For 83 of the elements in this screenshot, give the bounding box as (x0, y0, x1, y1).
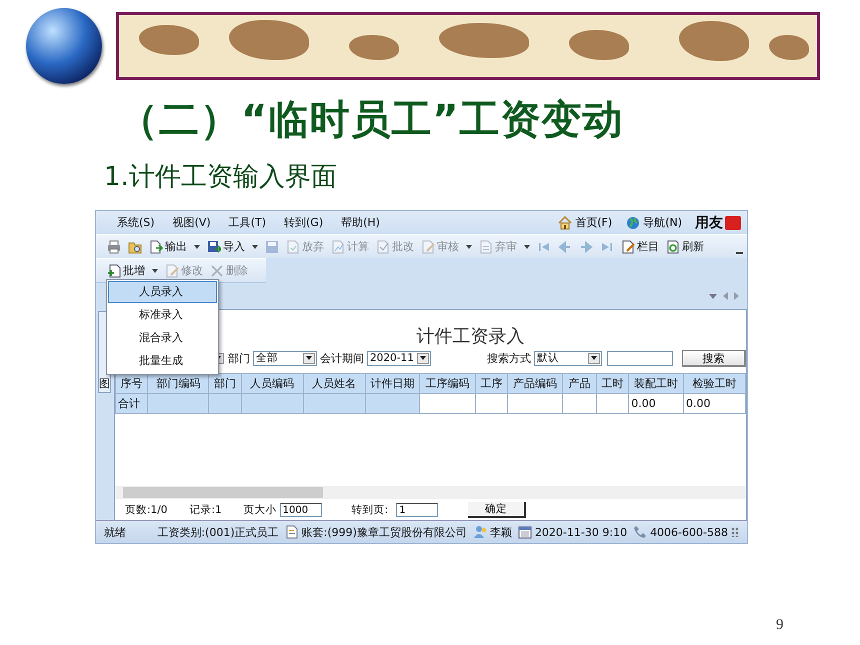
slide-subtitle: 1.计件工资输入界面 (104, 161, 338, 194)
menu-item[interactable]: 转到(G) (275, 215, 332, 230)
filter-label: 会计期间 (320, 350, 364, 366)
calendar-icon (518, 525, 532, 539)
dropdown-field[interactable]: 全部 (253, 350, 317, 366)
horizontal-scrollbar[interactable] (115, 486, 746, 499)
pencil-document-icon (421, 240, 435, 254)
table-cell: 0.00 (684, 394, 746, 414)
column-header[interactable]: 部门 (208, 374, 242, 394)
slide-title: （二）“临时员工”工资变动 (118, 96, 625, 145)
page-count: 页数:1/0 (125, 503, 168, 517)
phone-icon (633, 525, 648, 539)
search-label: 搜索方式 (487, 350, 531, 366)
menu-item[interactable]: 视图(V) (164, 215, 220, 230)
document-icon (376, 240, 390, 254)
toolbar-button[interactable]: 输出 (146, 236, 190, 256)
column-header[interactable]: 装配工时 (628, 374, 684, 394)
dropdown-field[interactable]: 2020-11 (367, 350, 431, 366)
folder-icon (128, 240, 142, 254)
search-button[interactable]: 搜索 (682, 350, 746, 366)
record-count: 记录:1 (189, 503, 222, 517)
menu-item[interactable]: 系统(S) (108, 215, 164, 230)
column-header[interactable]: 人员姓名 (303, 374, 366, 394)
resize-grip-icon[interactable] (731, 527, 739, 537)
goto-page-field[interactable]: 1 (396, 503, 438, 517)
search-field[interactable] (607, 350, 673, 366)
pencil-document-icon (165, 264, 179, 278)
dropdown-field[interactable]: 默认 (534, 350, 602, 366)
toolbar-button[interactable]: 批增 (104, 260, 148, 280)
menu-item[interactable]: 混合录入 (108, 327, 217, 349)
form-title: 计件工资录入 (416, 325, 526, 348)
confirm-button[interactable]: 确定 (468, 502, 526, 518)
status-text: 2020-11-30 9:10 (534, 526, 628, 538)
menu-item[interactable]: 批量生成 (108, 350, 217, 372)
menu-item[interactable]: 帮助(H) (332, 215, 389, 230)
globe-icon (626, 216, 640, 230)
status-text: 工资类别:(001)正式员工 (157, 524, 279, 540)
column-header[interactable]: 产品编码 (507, 374, 563, 394)
logo-icon (725, 216, 741, 230)
table-cell: 合计 (116, 394, 148, 414)
nav-link[interactable]: 导航(N) (619, 215, 689, 230)
column-header[interactable]: 产品 (562, 374, 596, 394)
document-icon (331, 240, 345, 254)
left-arrow-icon[interactable] (723, 292, 728, 300)
column-header[interactable]: 工序 (476, 374, 508, 394)
document-icon (284, 525, 299, 539)
printer-icon (107, 240, 121, 254)
right-arrow-icon[interactable] (734, 292, 739, 300)
column-header[interactable]: 工序编码 (420, 374, 476, 394)
column-header[interactable]: 检验工时 (684, 374, 746, 394)
column-header[interactable]: 计件日期 (365, 374, 420, 394)
user-icon (472, 525, 487, 539)
document-icon (479, 240, 493, 254)
table-cell: 0.00 (628, 394, 684, 414)
toolbar-button[interactable]: 刷新 (663, 236, 707, 256)
page-size-field[interactable]: 1000 (280, 503, 322, 517)
status-text: 4006-600-588 (650, 526, 728, 538)
floppy-icon (265, 240, 279, 254)
menu-item[interactable]: 人员录入 (108, 281, 217, 303)
status-text: 账套:(999)豫章工贸股份有限公司 (302, 524, 467, 540)
house-icon (558, 216, 572, 230)
menu-item[interactable]: 标准录入 (108, 304, 217, 326)
page-number: 9 (776, 617, 784, 634)
brand-name: 用友 (695, 214, 723, 232)
goto-label: 转到页: (352, 503, 388, 517)
cross-icon (210, 264, 224, 278)
status-text: 就绪 (104, 524, 126, 540)
toolbar-button[interactable]: 栏目 (618, 236, 662, 256)
refresh-icon (666, 240, 680, 254)
toolbar-button[interactable]: 导入 (204, 236, 248, 256)
left-arrow-icon (558, 240, 572, 254)
menu-item[interactable]: 工具(T) (220, 215, 275, 230)
page-size-label: 页大小 (244, 503, 277, 517)
document-icon (286, 240, 300, 254)
column-header[interactable]: 序号 (116, 374, 148, 394)
column-header[interactable]: 工时 (596, 374, 629, 394)
nav-link[interactable]: 首页(F) (551, 215, 620, 230)
right-arrow-icon (579, 240, 593, 254)
pencil-document-icon (621, 240, 635, 254)
status-text: 李颖 (490, 524, 512, 540)
document-arrow-icon (149, 240, 163, 254)
filter-label: 部门 (228, 350, 250, 366)
column-header[interactable]: 人员编码 (241, 374, 304, 394)
